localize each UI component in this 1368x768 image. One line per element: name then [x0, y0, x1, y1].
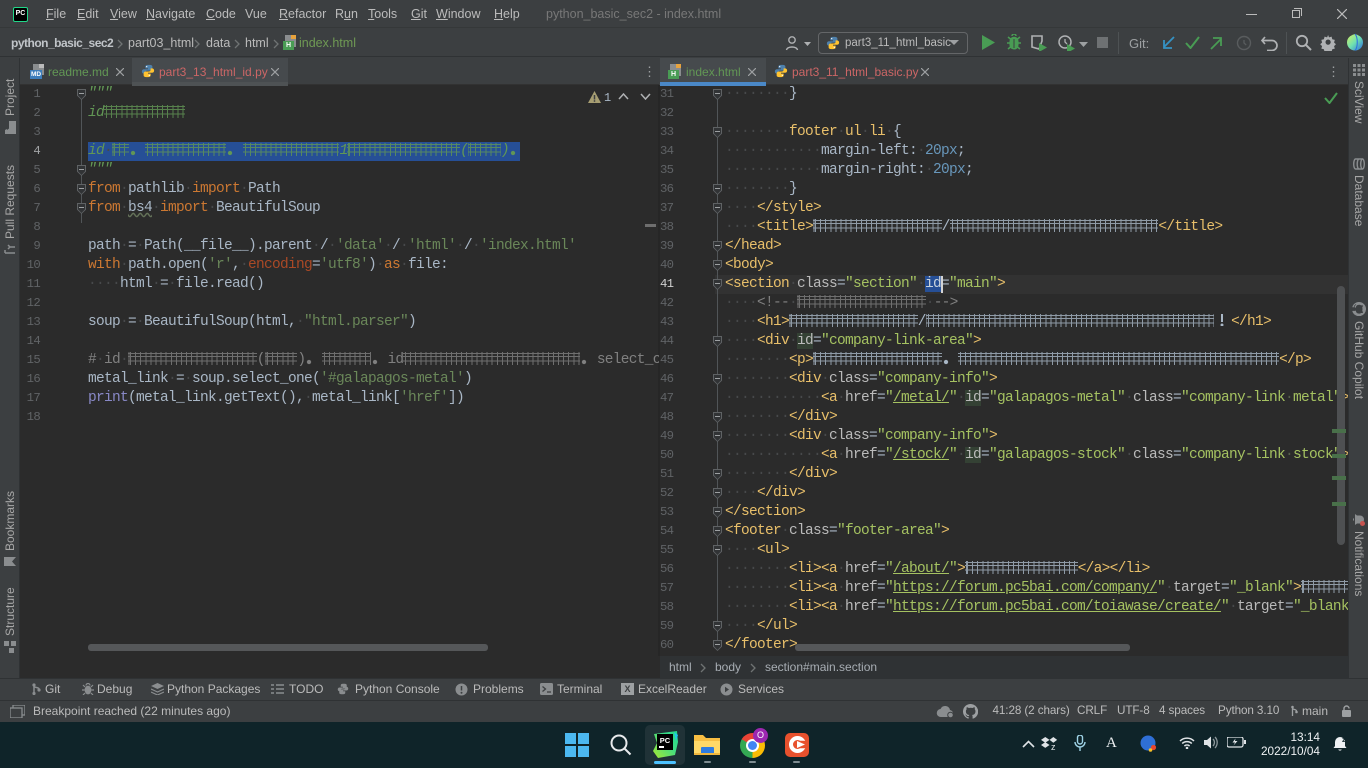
svg-text:z: z — [1342, 737, 1346, 744]
svg-text:z: z — [1051, 742, 1056, 751]
